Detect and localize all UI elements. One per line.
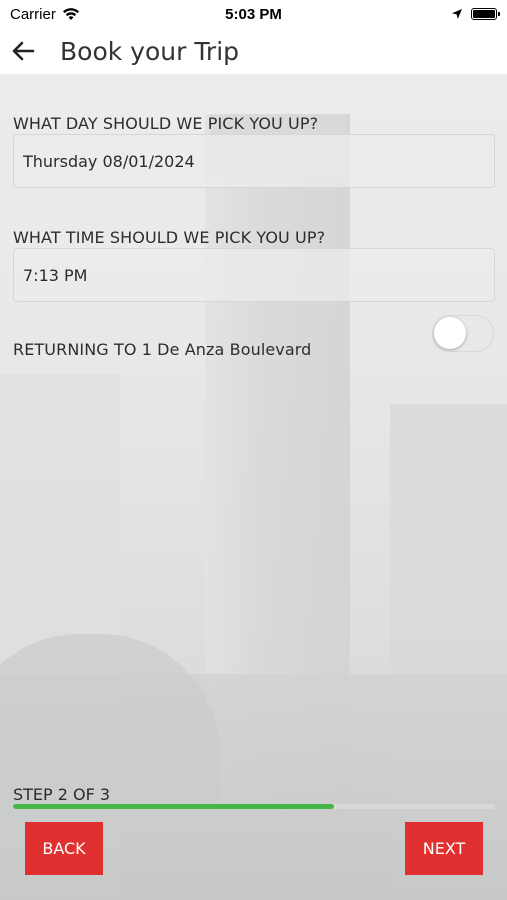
nav-bar: Book your Trip <box>0 28 507 74</box>
pickup-day-field[interactable]: Thursday 08/01/2024 <box>13 134 495 188</box>
wifi-icon <box>62 8 79 20</box>
progress-bar <box>13 804 495 809</box>
return-trip-toggle[interactable] <box>432 315 494 352</box>
back-arrow-button[interactable] <box>0 28 46 74</box>
back-arrow-icon <box>12 41 35 61</box>
location-arrow-icon <box>452 9 462 19</box>
step-indicator: STEP 2 OF 3 <box>13 785 111 804</box>
next-button[interactable]: NEXT <box>405 822 483 875</box>
status-left: Carrier <box>10 6 80 23</box>
battery-level <box>473 10 495 18</box>
pickup-time-label: WHAT TIME SHOULD WE PICK YOU UP? <box>13 228 326 247</box>
toggle-knob <box>434 317 466 349</box>
pickup-day-label: WHAT DAY SHOULD WE PICK YOU UP? <box>13 114 319 133</box>
booking-form: WHAT DAY SHOULD WE PICK YOU UP? Thursday… <box>0 74 507 900</box>
return-trip-label: RETURNING TO 1 De Anza Boulevard <box>13 340 312 359</box>
progress-bar-fill <box>13 804 335 809</box>
status-right <box>451 8 500 20</box>
back-button[interactable]: BACK <box>25 822 103 875</box>
carrier-label: Carrier <box>10 5 56 23</box>
battery-icon <box>471 8 500 20</box>
page-title: Book your Trip <box>60 36 240 66</box>
status-bar: Carrier 5:03 PM <box>0 0 507 28</box>
pickup-time-field[interactable]: 7:13 PM <box>13 248 495 302</box>
